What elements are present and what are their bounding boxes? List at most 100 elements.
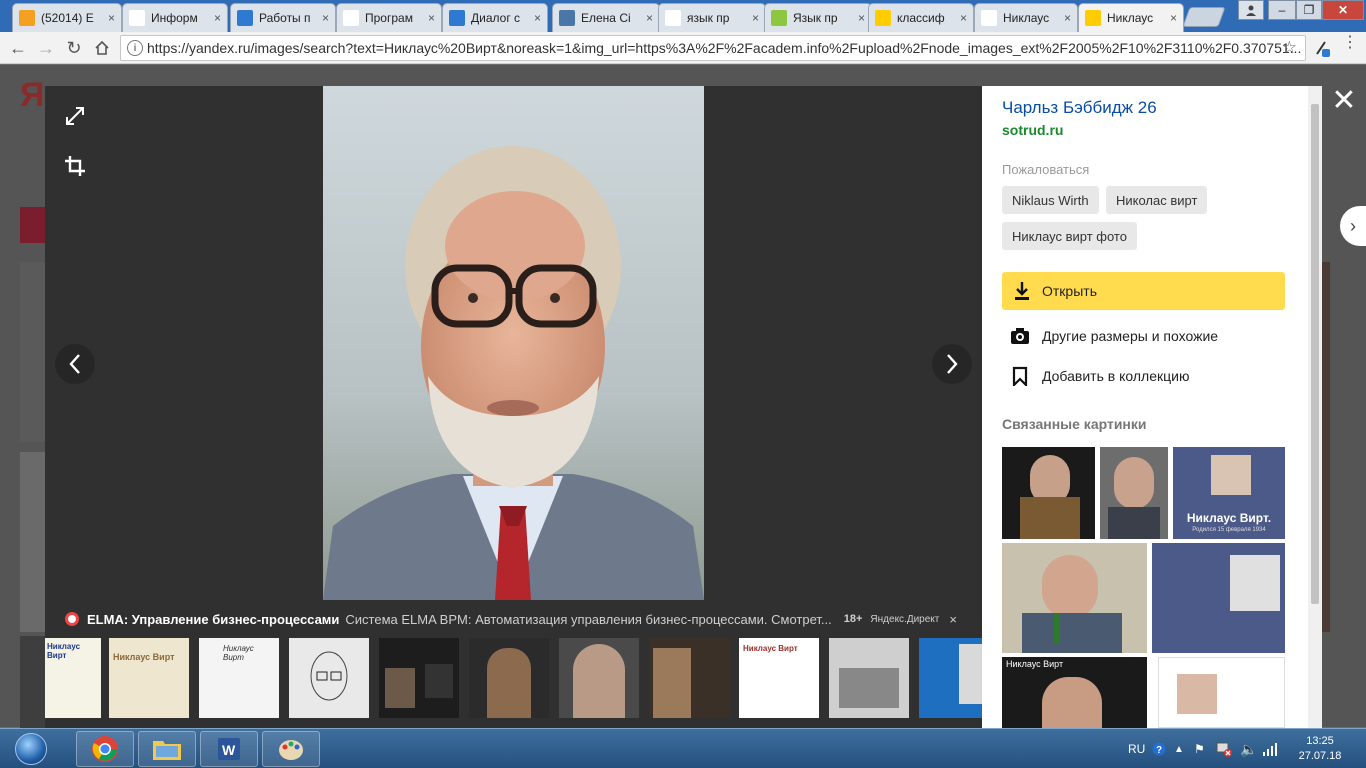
extension-icon[interactable] — [1314, 39, 1330, 57]
tab-close-icon[interactable]: × — [1064, 11, 1071, 25]
thumbnail[interactable] — [559, 638, 639, 718]
add-to-collection-link[interactable]: Добавить в коллекцию — [1002, 364, 1189, 388]
reload-button[interactable]: ↻ — [62, 36, 86, 60]
ad-banner[interactable]: ELMA: Управление бизнес-процессами Систе… — [65, 610, 965, 628]
fullscreen-button[interactable] — [55, 96, 95, 136]
thumbnail[interactable] — [649, 638, 729, 718]
close-icon: ✕ — [1331, 83, 1357, 117]
tab-close-icon[interactable]: × — [752, 11, 759, 25]
user-profile-button[interactable] — [1238, 0, 1264, 20]
browser-tab[interactable]: классиф × — [868, 3, 974, 32]
browser-tab[interactable]: язык пр × — [658, 3, 766, 32]
tab-close-icon[interactable]: × — [322, 11, 329, 25]
camera-search-icon — [1011, 328, 1029, 344]
browser-tab[interactable]: Диалог с × — [442, 3, 548, 32]
ad-title[interactable]: ELMA: Управление бизнес-процессами — [87, 612, 339, 627]
thumbnail[interactable]: Никлаус Вирт — [739, 638, 819, 718]
source-title-link[interactable]: Чарльз Бэббидж 26 — [1002, 98, 1157, 118]
thumbnail[interactable]: Никлаус Вирт — [199, 638, 279, 718]
tab-close-icon[interactable]: × — [960, 11, 967, 25]
language-indicator[interactable]: RU — [1128, 729, 1145, 768]
browser-tab[interactable]: Работы п × — [230, 3, 336, 32]
close-icon: ✕ — [1337, 3, 1349, 17]
flag-icon[interactable]: ⚑ — [1194, 729, 1205, 768]
tab-title: Язык пр — [793, 11, 838, 25]
vk-icon — [559, 10, 575, 26]
help-icon[interactable]: ? — [1152, 729, 1166, 768]
browser-tab[interactable]: Никлаус × — [974, 3, 1078, 32]
maximize-button[interactable]: ❐ — [1296, 0, 1322, 20]
browser-tab[interactable]: Програм × — [336, 3, 442, 32]
thumbnail[interactable] — [469, 638, 549, 718]
tab-close-icon[interactable]: × — [214, 11, 221, 25]
related-image-subcaption: Родился 15 февраля 1934 — [1192, 527, 1266, 533]
browser-tab[interactable]: Никлаус × — [1078, 3, 1184, 32]
ad-close-icon[interactable]: × — [949, 612, 957, 627]
signal-icon[interactable] — [1262, 729, 1278, 768]
thumbnail[interactable]: Никлаус Вирт — [109, 638, 189, 718]
browser-menu-icon[interactable]: ⋮ — [1342, 35, 1358, 51]
tab-close-icon[interactable]: × — [108, 11, 115, 25]
yandex-icon — [981, 10, 997, 26]
browser-tab[interactable]: Информ × — [122, 3, 228, 32]
paint-palette-icon — [279, 740, 303, 760]
side-panel-scrollbar[interactable] — [1308, 86, 1322, 728]
thumbnail[interactable] — [379, 638, 459, 718]
open-button[interactable]: Открыть — [1002, 272, 1285, 310]
taskbar-explorer[interactable] — [138, 731, 196, 767]
related-image[interactable] — [1002, 447, 1095, 539]
system-clock[interactable]: 13:25 27.07.18 — [1290, 734, 1350, 764]
close-window-button[interactable]: ✕ — [1322, 0, 1364, 20]
taskbar-chrome[interactable] — [76, 731, 134, 767]
related-image[interactable] — [1158, 657, 1285, 728]
source-domain-link[interactable]: sotrud.ru — [1002, 122, 1063, 138]
home-button[interactable] — [90, 36, 114, 60]
background-button — [20, 207, 45, 243]
volume-icon[interactable]: 🔈 — [1240, 729, 1257, 768]
back-button[interactable]: ← — [6, 36, 30, 60]
start-button[interactable] — [4, 730, 58, 768]
previous-image-button[interactable] — [55, 344, 95, 384]
search-chip[interactable]: Никлаус вирт фото — [1002, 222, 1137, 250]
taskbar-paint[interactable] — [262, 731, 320, 767]
browser-tab[interactable]: Елена Сі × — [552, 3, 660, 32]
next-image-button[interactable] — [932, 344, 972, 384]
minimize-button[interactable]: ‒ — [1268, 0, 1296, 20]
crop-button[interactable] — [55, 146, 95, 186]
tab-close-icon[interactable]: × — [534, 11, 541, 25]
other-sizes-link[interactable]: Другие размеры и похожие — [1002, 324, 1218, 348]
related-image[interactable]: Никлаус Вирт — [1002, 657, 1147, 728]
main-photo[interactable] — [323, 86, 704, 600]
related-image[interactable]: Никлаус Вирт. Родился 15 февраля 1934 — [1173, 447, 1285, 539]
user-icon — [1246, 5, 1256, 16]
forward-button[interactable]: → — [34, 36, 58, 60]
tab-title: Никлаус — [1107, 11, 1154, 25]
network-error-icon[interactable] — [1216, 729, 1232, 768]
thumbnail[interactable] — [919, 638, 982, 718]
tab-title: язык пр — [687, 11, 730, 25]
close-viewer-button[interactable]: ✕ — [1326, 82, 1362, 118]
related-image[interactable] — [1002, 543, 1147, 653]
address-bar[interactable]: i https://yandex.ru/images/search?text=Н… — [120, 35, 1306, 61]
thumbnail[interactable]: Никлаус Вирт — [45, 638, 101, 718]
bookmark-star-icon[interactable]: ☆ — [1282, 38, 1297, 58]
tab-close-icon[interactable]: × — [646, 11, 653, 25]
chrome-icon — [92, 736, 118, 762]
browser-tab[interactable]: (52014) E × — [12, 3, 122, 32]
new-tab-button[interactable] — [1182, 7, 1226, 27]
related-image[interactable] — [1152, 543, 1285, 653]
thumbnail[interactable] — [829, 638, 909, 718]
related-image[interactable] — [1100, 447, 1168, 539]
taskbar-word[interactable]: W — [200, 731, 258, 767]
tab-close-icon[interactable]: × — [858, 11, 865, 25]
thumbnail[interactable] — [289, 638, 369, 718]
complain-link[interactable]: Пожаловаться — [1002, 162, 1089, 177]
tray-expand-icon[interactable]: ▲ — [1174, 729, 1184, 768]
yandex-images-icon — [875, 10, 891, 26]
search-chip[interactable]: Николас вирт — [1106, 186, 1208, 214]
search-chip[interactable]: Niklaus Wirth — [1002, 186, 1099, 214]
site-info-icon[interactable]: i — [127, 40, 143, 56]
tab-close-icon[interactable]: × — [1170, 11, 1177, 25]
browser-tab[interactable]: Язык пр × — [764, 3, 872, 32]
tab-close-icon[interactable]: × — [428, 11, 435, 25]
